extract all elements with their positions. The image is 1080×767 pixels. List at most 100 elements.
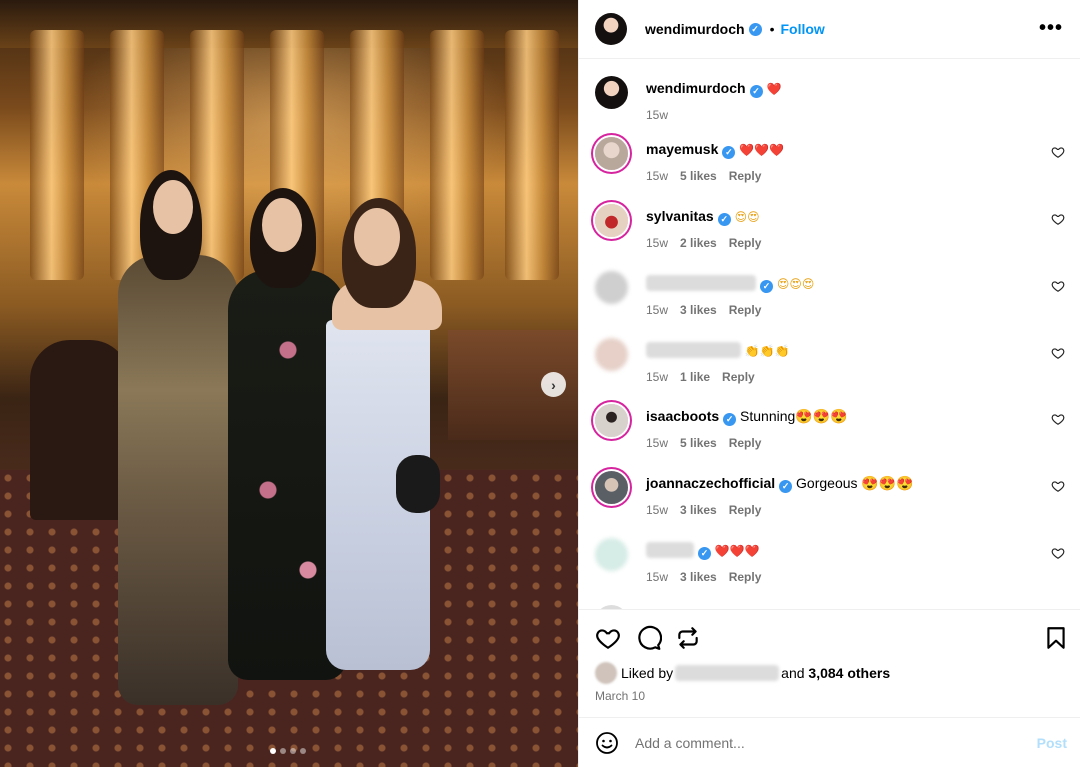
chevron-right-icon: › — [551, 376, 556, 393]
comment-input[interactable] — [635, 734, 1015, 751]
comment-time: 15w — [646, 436, 669, 450]
heart-icon[interactable] — [1051, 346, 1065, 360]
avatar[interactable] — [595, 271, 628, 304]
comment-time: 15w — [646, 570, 669, 584]
photo-face — [153, 180, 193, 234]
verified-icon: ✓ — [722, 146, 736, 159]
avatar[interactable] — [595, 204, 628, 237]
likes-others[interactable]: 3,084 others — [808, 665, 890, 681]
photo-curtain — [430, 30, 484, 280]
heart-icon[interactable] — [1051, 546, 1065, 560]
comment-username[interactable]: joannaczechofficial — [646, 475, 775, 491]
list-item: joannaczechofficial ✓ Gorgeous 😍😍😍 15w 3 l… — [595, 471, 1065, 521]
comment-likes[interactable]: 2 likes — [680, 236, 717, 250]
carousel-indicator — [270, 748, 306, 754]
caption-username[interactable]: wendimurdoch — [646, 80, 746, 96]
caption: wendimurdoch ✓ ❤️ 15w — [595, 76, 1065, 122]
blurred-username — [646, 342, 741, 358]
reply-button[interactable]: Reply — [729, 436, 762, 450]
heart-icon[interactable] — [1051, 212, 1065, 226]
photo-curtain — [505, 30, 559, 280]
list-item: 👏👏👏 15w 1 like Reply — [595, 338, 1065, 388]
next-slide-button[interactable]: › — [541, 372, 566, 397]
blurred-username — [646, 275, 756, 291]
comment-text: ❤️❤️❤️ — [739, 143, 785, 157]
action-bar — [579, 620, 1080, 656]
share-icon[interactable] — [675, 625, 701, 651]
comment-likes[interactable]: 5 likes — [680, 169, 717, 183]
reply-button[interactable]: Reply — [729, 169, 762, 183]
carousel-dot — [280, 748, 286, 754]
comment-likes[interactable]: 5 likes — [680, 436, 717, 450]
photo-curtain — [30, 30, 84, 280]
avatar[interactable] — [595, 76, 628, 109]
comments-list[interactable]: wendimurdoch ✓ ❤️ 15w mayemusk ✓ ❤️❤️❤️ 15… — [579, 60, 1080, 610]
avatar[interactable] — [595, 471, 628, 504]
comment-text: 👏👏👏 — [744, 344, 790, 358]
reply-button[interactable]: Reply — [729, 303, 762, 317]
avatar — [595, 662, 617, 684]
heart-icon[interactable] — [1051, 145, 1065, 159]
verified-icon: ✓ — [698, 547, 711, 560]
more-icon[interactable]: ••• — [1039, 17, 1063, 40]
comment-time: 15w — [646, 303, 669, 317]
photo-face — [354, 208, 400, 266]
comment-likes[interactable]: 1 like — [680, 370, 710, 384]
verified-icon: ✓ — [748, 22, 762, 36]
header-username[interactable]: wendimurdoch — [645, 21, 745, 37]
comment-likes[interactable]: 3 likes — [680, 503, 717, 517]
reply-button[interactable]: Reply — [729, 503, 762, 517]
avatar[interactable] — [595, 13, 627, 45]
comment-time: 15w — [646, 370, 669, 384]
list-item: ✓ ❤️❤️❤️ 15w 3 likes Reply — [595, 538, 1065, 588]
post-header: wendimurdoch ✓ • Follow ••• — [579, 0, 1080, 59]
photo-table — [30, 340, 130, 520]
reply-button[interactable]: Reply — [722, 370, 755, 384]
blurred-liker — [675, 665, 780, 681]
comment-likes[interactable]: 3 likes — [680, 303, 717, 317]
post-date[interactable]: March 10 — [595, 689, 645, 703]
comment-text: ❤️❤️❤️ — [714, 544, 760, 558]
reply-button[interactable]: Reply — [729, 236, 762, 250]
post-button[interactable]: Post — [1037, 735, 1067, 751]
avatar — [595, 605, 628, 609]
reply-button[interactable]: Reply — [729, 570, 762, 584]
follow-button[interactable]: Follow — [780, 21, 824, 37]
comment-text: 😍😍😍 — [776, 277, 815, 291]
heart-icon[interactable] — [1051, 279, 1065, 293]
comment-icon[interactable] — [636, 625, 662, 651]
comment-text: Gorgeous 😍😍😍 — [796, 475, 914, 491]
comment-username[interactable]: mayemusk — [646, 141, 718, 157]
likes-summary: Liked by and 3,084 others — [595, 661, 890, 685]
list-item: ✓ 😍😍😍 15w 3 likes Reply — [595, 271, 1065, 321]
heart-icon[interactable] — [595, 625, 621, 651]
add-comment-bar: Post — [579, 717, 1080, 767]
avatar[interactable] — [595, 137, 628, 170]
comment-time: 15w — [646, 503, 669, 517]
avatar[interactable] — [595, 538, 628, 571]
post-photo[interactable]: › — [0, 0, 578, 767]
list-item: sylvanitas ✓ 😍😍 15w 2 likes Reply — [595, 204, 1065, 254]
verified-icon: ✓ — [723, 413, 737, 426]
carousel-dot — [270, 748, 276, 754]
list-item: isaacboots ✓ Stunning😍😍😍 15w 5 likes Reply — [595, 404, 1065, 454]
photo-person-left — [118, 255, 238, 705]
bookmark-icon[interactable] — [1043, 625, 1069, 651]
caption-time: 15w — [646, 108, 669, 122]
emoji-icon[interactable] — [595, 731, 619, 755]
separator: • — [769, 21, 775, 37]
avatar[interactable] — [595, 404, 628, 437]
heart-icon[interactable] — [1051, 412, 1065, 426]
photo-clutch — [396, 455, 440, 513]
verified-icon: ✓ — [717, 213, 731, 226]
comment-text: 😍😍 — [734, 210, 760, 224]
comment-username[interactable]: sylvanitas — [646, 208, 714, 224]
avatar[interactable] — [595, 338, 628, 371]
photo-face — [262, 198, 302, 252]
verified-icon: ✓ — [779, 480, 793, 493]
comment-text: Stunning😍😍😍 — [740, 408, 848, 424]
heart-icon[interactable] — [1051, 479, 1065, 493]
comment-username[interactable]: isaacboots — [646, 408, 719, 424]
comment-time: 15w — [646, 236, 669, 250]
comment-likes[interactable]: 3 likes — [680, 570, 717, 584]
